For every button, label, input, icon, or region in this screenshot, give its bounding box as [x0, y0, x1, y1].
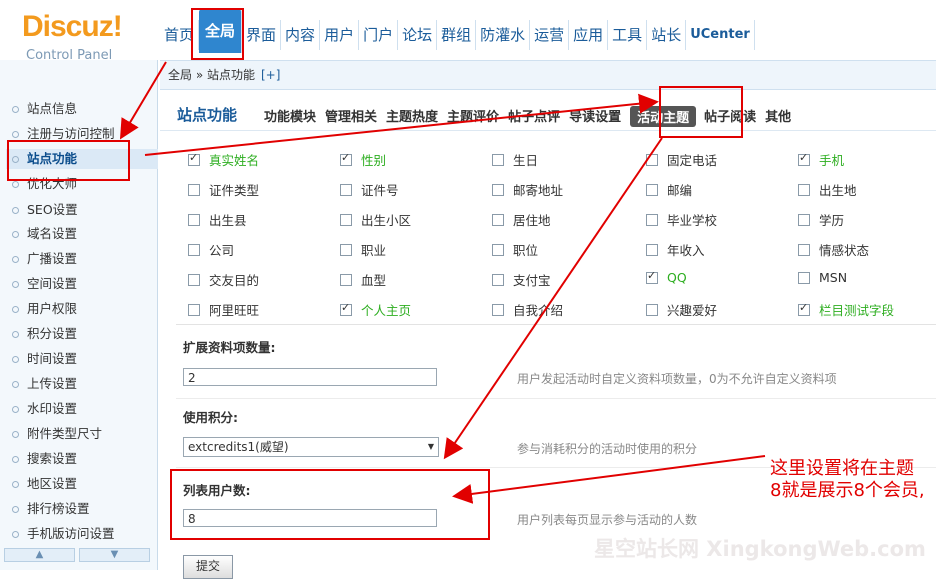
arrow-note-to-field	[452, 455, 766, 504]
arrow-global-to-site	[119, 61, 167, 140]
annotation-line-1: 这里设置将在主题	[770, 458, 914, 479]
annotation-note: 这里设置将在主题 8就是展示8个会员,	[770, 458, 925, 502]
watermark: 星空站长网 XingkongWeb.com	[594, 537, 926, 561]
arrow-site-to-activity	[144, 93, 659, 156]
arrow-activity-to-form	[443, 137, 663, 460]
annotation-line-2: 8就是展示8个会员,	[770, 480, 925, 501]
